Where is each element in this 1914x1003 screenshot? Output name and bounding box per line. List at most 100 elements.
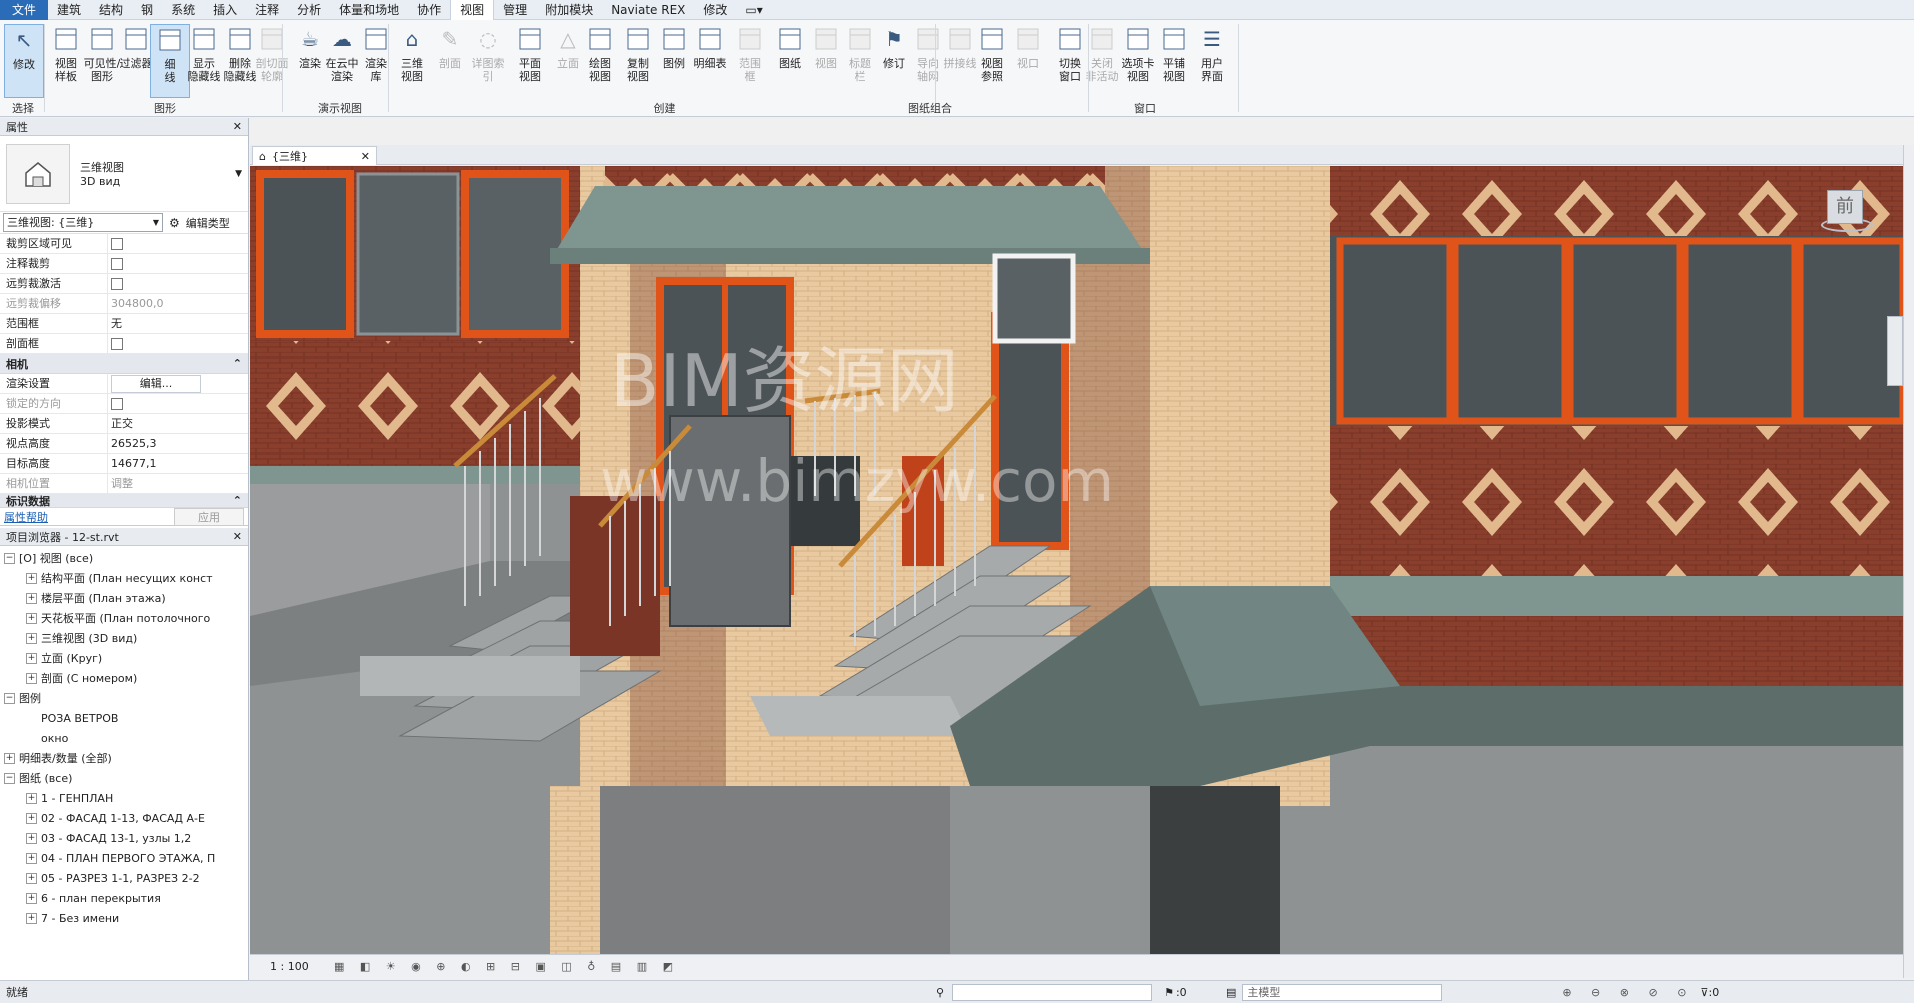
property-value[interactable]: 14677,1 — [108, 454, 248, 473]
ribbon-button-18[interactable]: 图例 — [654, 24, 694, 98]
menu-item-4[interactable]: 系统 — [162, 0, 204, 20]
expand-icon[interactable]: + — [26, 572, 37, 584]
menu-item-2[interactable]: 结构 — [90, 0, 132, 20]
property-value[interactable]: 26525,3 — [108, 434, 248, 453]
browser-node[interactable]: +04 - ПЛАН ПЕРВОГО ЭТАЖА, П — [0, 848, 248, 868]
ribbon-button-7[interactable]: 剖切面 轮廓 — [252, 24, 292, 98]
workset-dropdown[interactable] — [952, 983, 1153, 1001]
expand-icon[interactable]: + — [26, 592, 37, 604]
3d-viewport[interactable]: BIM资源网 www.bimzyw.com 前 — [250, 166, 1903, 954]
filter-icon[interactable]: ⊽ — [1700, 986, 1708, 999]
view-control-icons[interactable]: ▦ ◧ ☀ ◉ ⊕ ◐ ⊞ ⊟ ▣ ◫ ♁ ▤ ▥ ◩ — [334, 960, 679, 973]
menu-item-0[interactable]: 文件 — [0, 0, 49, 20]
expand-icon[interactable]: + — [26, 612, 37, 624]
close-icon[interactable]: ✕ — [361, 150, 370, 163]
ribbon-button-12[interactable]: ✎ 剖面 — [430, 24, 470, 98]
expand-icon[interactable]: + — [26, 632, 37, 644]
identity-group-header[interactable]: 标识数据 ⌃ — [0, 494, 248, 508]
ribbon-button-10[interactable]: 渲染 库 — [356, 24, 396, 98]
expand-icon[interactable]: + — [26, 812, 37, 824]
viewcube-front-face[interactable]: 前 — [1827, 190, 1863, 224]
menu-item-6[interactable]: 注释 — [246, 0, 288, 20]
menu-item-12[interactable]: 附加模块 — [536, 0, 602, 20]
menu-item-14[interactable]: 修改 — [694, 0, 736, 20]
expand-icon[interactable]: + — [26, 872, 37, 884]
browser-node[interactable]: +03 - ФАСАД 13-1, узлы 1,2 — [0, 828, 248, 848]
expand-icon[interactable]: + — [26, 892, 37, 904]
browser-node[interactable]: + 剖面 (С номером) — [0, 668, 248, 688]
property-checkbox[interactable] — [111, 338, 123, 350]
property-value[interactable]: 正交 — [108, 414, 248, 433]
property-value[interactable] — [108, 274, 248, 293]
menu-item-9[interactable]: 协作 — [408, 0, 450, 20]
property-value[interactable] — [108, 394, 248, 413]
edit-render-settings-button[interactable]: 编辑... — [111, 375, 201, 393]
instance-filter-dropdown[interactable]: 三维视图: {三维} ▼ — [3, 213, 163, 232]
browser-node[interactable]: +02 - ФАСАД 1-13, ФАСАД А-Е — [0, 808, 248, 828]
browser-node[interactable]: окно — [0, 728, 248, 748]
select-links-icons[interactable]: ⊕ ⊖ ⊗ ⊘ ⊙ — [1562, 986, 1694, 999]
ribbon-button-27[interactable]: 视图 参照 — [972, 24, 1012, 98]
browser-node[interactable]: РОЗА ВЕТРОВ — [0, 708, 248, 728]
property-checkbox[interactable] — [111, 238, 123, 250]
chevron-down-icon[interactable]: ▼ — [235, 169, 242, 179]
apply-button[interactable]: 应用 — [174, 507, 244, 526]
expand-icon[interactable]: + — [26, 912, 37, 924]
design-option-dropdown[interactable]: 主模型 — [1242, 983, 1443, 1001]
design-option-icon[interactable]: ▤ — [1226, 986, 1236, 999]
browser-node[interactable]: + 立面 (Круг) — [0, 648, 248, 668]
ribbon-button-33[interactable]: ☰ 用户 界面 — [1192, 24, 1232, 98]
edit-type-button[interactable]: 编辑类型 — [186, 215, 230, 231]
property-value[interactable]: 304800,0 — [108, 294, 248, 313]
property-value[interactable] — [108, 234, 248, 253]
expand-icon[interactable]: + — [26, 792, 37, 804]
viewcube[interactable]: 前 — [1815, 184, 1875, 244]
browser-node[interactable]: +6 - план перекрытия — [0, 888, 248, 908]
menu-item-11[interactable]: 管理 — [494, 0, 536, 20]
property-value[interactable]: 调整 — [108, 474, 248, 493]
ribbon-button-14[interactable]: 平面 视图 — [510, 24, 550, 98]
property-checkbox[interactable] — [111, 258, 123, 270]
browser-node[interactable]: + 三维视图 (3D вид) — [0, 628, 248, 648]
ribbon-button-19[interactable]: 明细表 — [690, 24, 730, 98]
menu-item-5[interactable]: 插入 — [204, 0, 246, 20]
menu-item-3[interactable]: 钢 — [132, 0, 162, 20]
browser-node[interactable]: − [O] 视图 (все) — [0, 548, 248, 568]
menu-item-13[interactable]: Naviate REX — [602, 0, 694, 20]
ribbon-button-5[interactable]: 显示 隐藏线 — [184, 24, 224, 98]
property-checkbox[interactable] — [111, 398, 123, 410]
ribbon-button-13[interactable]: ◌ 详图索引 — [468, 24, 508, 98]
expand-icon[interactable]: + — [26, 652, 37, 664]
ribbon-button-20[interactable]: 范围 框 — [730, 24, 770, 98]
browser-node[interactable]: + 楼层平面 (План этажа) — [0, 588, 248, 608]
tab-3d-view[interactable]: ⌂ {三维} ✕ — [252, 146, 377, 165]
navigation-bar[interactable] — [1887, 316, 1903, 386]
ribbon-button-16[interactable]: 绘图 视图 — [580, 24, 620, 98]
property-value[interactable] — [108, 334, 248, 353]
browser-node[interactable]: − 图例 — [0, 688, 248, 708]
ribbon-button-17[interactable]: 复制 视图 — [618, 24, 658, 98]
ribbon-button-31[interactable]: 选项卡 视图 — [1118, 24, 1158, 98]
properties-help-link[interactable]: 属性帮助 — [4, 509, 48, 525]
menu-item-7[interactable]: 分析 — [288, 0, 330, 20]
expand-icon[interactable]: + — [4, 752, 15, 764]
browser-node[interactable]: − 图纸 (все) — [0, 768, 248, 788]
scale-label[interactable]: 1 : 100 — [270, 960, 320, 973]
filter-count-icon[interactable]: ⚑ — [1164, 986, 1174, 999]
property-value[interactable]: 编辑... — [108, 374, 248, 393]
expand-icon[interactable]: + — [26, 852, 37, 864]
ribbon-button-21[interactable]: 图纸 — [770, 24, 810, 98]
ribbon-button-1[interactable]: 视图 样板 — [46, 24, 86, 98]
close-icon[interactable]: ✕ — [233, 530, 242, 543]
collapse-icon[interactable]: − — [4, 552, 15, 564]
collapse-icon[interactable]: − — [4, 772, 15, 784]
close-icon[interactable]: ✕ — [233, 120, 242, 133]
ribbon-button-11[interactable]: ⌂ 三维 视图 — [392, 24, 432, 98]
ribbon-button-28[interactable]: 视口 — [1008, 24, 1048, 98]
property-checkbox[interactable] — [111, 278, 123, 290]
browser-node[interactable]: +1 - ГЕНПЛАН — [0, 788, 248, 808]
expand-icon[interactable]: + — [26, 832, 37, 844]
quick-access-dropdown[interactable]: ▭▾ — [736, 0, 771, 20]
property-value[interactable] — [108, 254, 248, 273]
type-selector[interactable]: 三维视图 3D вид ▼ — [0, 136, 248, 212]
